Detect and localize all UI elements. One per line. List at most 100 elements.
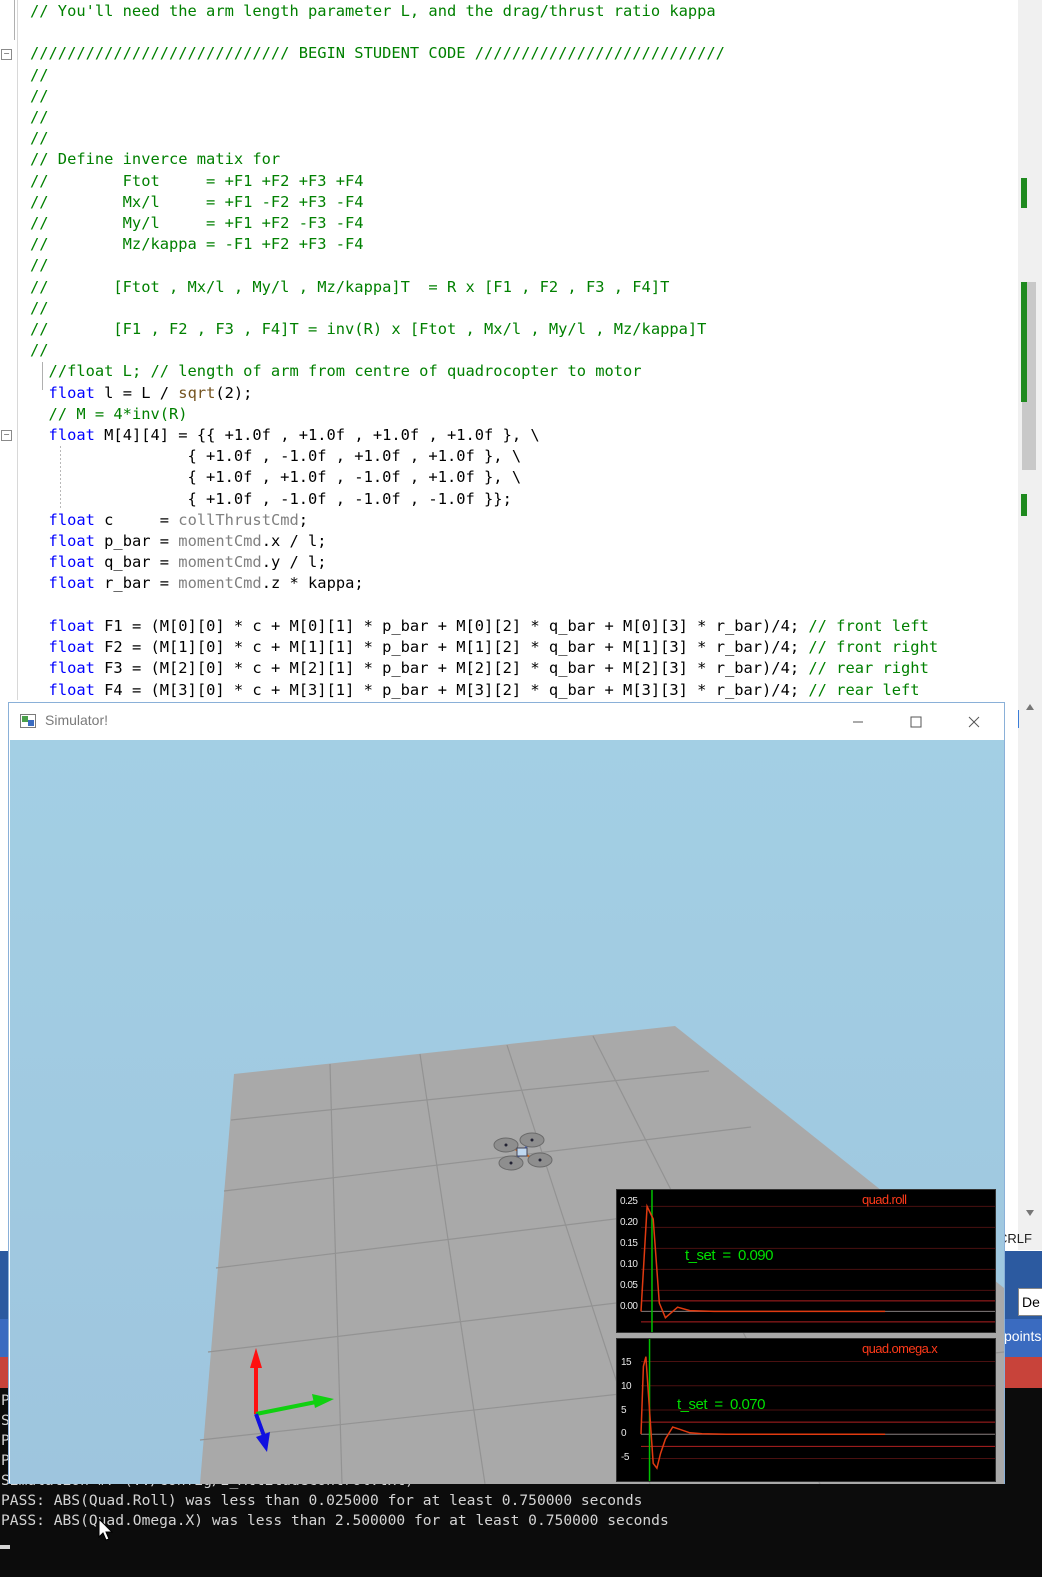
code-token: // bbox=[30, 108, 49, 127]
y-tick-label: 0.05 bbox=[620, 1280, 638, 1291]
code-line: float q_bar = momentCmd.y / l; bbox=[30, 553, 327, 571]
code-line: float l = L / sqrt(2); bbox=[30, 383, 253, 402]
window-title: Simulator! bbox=[45, 712, 109, 728]
maximize-button[interactable] bbox=[893, 707, 939, 737]
code-token: { +1.0f , -1.0f , -1.0f , -1.0f }}; bbox=[30, 489, 512, 508]
roll-graph: quad.roll t_set = 0.090 0.25 0.20 0.15 0… bbox=[616, 1189, 996, 1333]
code-token: F1 = (M[0][0] * c + M[0][1] * p_bar + M[… bbox=[94, 616, 809, 635]
graph-title: quad.omega.x bbox=[862, 1341, 938, 1356]
code-line: float F1 = (M[0][0] * c + M[0][1] * p_ba… bbox=[30, 617, 929, 635]
code-token: (2); bbox=[215, 383, 253, 402]
code-token: // My/l = +F1 +F2 -F3 -F4 bbox=[30, 214, 364, 233]
console-line: PASS: ABS(Quad.Roll) was less than 0.025… bbox=[1, 1492, 643, 1509]
source-code[interactable]: // You'll need the arm length parameter … bbox=[30, 1, 938, 700]
code-token: float bbox=[48, 426, 95, 445]
scope-guide bbox=[14, 0, 15, 40]
code-token: M[4][4] = {{ +1.0f , +1.0f , +1.0f , +1.… bbox=[94, 426, 540, 445]
code-token: // bbox=[30, 256, 49, 275]
output-source-dropdown[interactable]: De bbox=[1018, 1288, 1042, 1316]
console-cursor bbox=[0, 1545, 10, 1549]
code-token: l = L / bbox=[94, 383, 179, 402]
code-token: F4 = (M[3][0] * c + M[3][1] * p_bar + M[… bbox=[94, 680, 809, 699]
minimize-icon bbox=[853, 721, 863, 723]
fold-toggle-icon[interactable]: − bbox=[1, 49, 12, 60]
code-token: // bbox=[30, 341, 49, 360]
code-editor[interactable]: − − − − − // You'll need the arm length … bbox=[0, 0, 1042, 700]
code-line: // M = 4*inv(R) bbox=[30, 405, 188, 423]
code-token: // Define inverce matix for bbox=[30, 150, 281, 169]
code-token: F3 = (M[2][0] * c + M[2][1] * p_bar + M[… bbox=[94, 659, 809, 678]
scroll-down-arrow-icon[interactable] bbox=[1024, 1208, 1036, 1218]
omega-x-graph: quad.omega.x t_set = 0.070 15 10 5 0 -5 bbox=[616, 1338, 996, 1482]
code-line: { +1.0f , -1.0f , -1.0f , -1.0f }}; bbox=[30, 490, 512, 508]
code-token: float bbox=[48, 638, 95, 657]
y-tick-label: 0.25 bbox=[620, 1196, 638, 1207]
code-token: { +1.0f , +1.0f , -1.0f , +1.0f }, \ bbox=[30, 468, 522, 487]
code-line: float p_bar = momentCmd.x / l; bbox=[30, 532, 327, 550]
code-token: momentCmd bbox=[178, 532, 262, 551]
code-token: momentCmd bbox=[178, 574, 262, 593]
code-token: float bbox=[48, 616, 95, 635]
code-token: collThrustCmd bbox=[178, 510, 299, 529]
code-token: //////////////////////////// BEGIN STUDE… bbox=[30, 44, 725, 63]
code-token: p_bar = bbox=[94, 532, 179, 551]
code-token: .z * kappa; bbox=[261, 574, 364, 593]
code-line: // bbox=[30, 299, 49, 317]
code-token: sqrt bbox=[178, 383, 216, 402]
maximize-icon bbox=[910, 716, 922, 728]
code-line: // [Ftot , Mx/l , My/l , Mz/kappa]T = R … bbox=[30, 278, 669, 296]
code-token: c = bbox=[94, 510, 179, 529]
code-token: //float L; // length of arm from centre … bbox=[48, 362, 642, 381]
change-marker bbox=[1021, 282, 1027, 402]
code-line: float F2 = (M[1][0] * c + M[1][1] * p_ba… bbox=[30, 638, 939, 657]
code-line: // bbox=[30, 66, 49, 84]
code-token: ; bbox=[298, 510, 309, 529]
close-button[interactable] bbox=[951, 707, 997, 737]
simulator-titlebar[interactable]: Simulator! bbox=[9, 703, 1004, 740]
scroll-up-arrow-icon[interactable] bbox=[1024, 702, 1036, 712]
code-token: // bbox=[30, 65, 49, 84]
change-marker bbox=[1021, 494, 1027, 516]
code-token: { +1.0f , -1.0f , +1.0f , +1.0f }, \ bbox=[30, 447, 522, 466]
code-token: F2 = (M[1][0] * c + M[1][1] * p_bar + M[… bbox=[94, 638, 809, 657]
vertical-scrollbar-track[interactable] bbox=[1018, 700, 1042, 1250]
code-token: // Mx/l = +F1 -F2 +F3 -F4 bbox=[30, 192, 364, 211]
code-line: // Mx/l = +F1 -F2 +F3 -F4 bbox=[30, 193, 364, 211]
code-token: // front left bbox=[808, 616, 929, 635]
code-line: float M[4][4] = {{ +1.0f , +1.0f , +1.0f… bbox=[30, 426, 540, 444]
simulator-3d-viewport[interactable]: quad.roll t_set = 0.090 0.25 0.20 0.15 0… bbox=[10, 740, 1004, 1484]
code-token: float bbox=[48, 383, 95, 402]
simulator-window[interactable]: Simulator! quad.roll t_set = 0.090 0.25 … bbox=[8, 702, 1005, 1484]
y-tick-label: 0.10 bbox=[620, 1259, 638, 1270]
code-token: // bbox=[30, 129, 49, 148]
code-line: { +1.0f , +1.0f , -1.0f , +1.0f }, \ bbox=[30, 468, 522, 487]
code-line: // bbox=[30, 256, 49, 274]
breakpoints-tab[interactable]: points bbox=[1004, 1328, 1041, 1344]
code-token: float bbox=[48, 574, 95, 593]
code-token: // [F1 , F2 , F3 , F4]T = inv(R) x [Ftot… bbox=[30, 320, 707, 339]
code-token: // rear right bbox=[808, 659, 929, 678]
code-line: // bbox=[30, 87, 49, 105]
fold-toggle-icon[interactable]: − bbox=[1, 430, 12, 441]
y-tick-label: 0 bbox=[621, 1428, 627, 1439]
code-line: float F3 = (M[2][0] * c + M[2][1] * p_ba… bbox=[30, 659, 929, 677]
graph-title: quad.roll bbox=[862, 1192, 907, 1207]
settle-time-label: t_set = 0.090 bbox=[685, 1247, 774, 1264]
minimize-button[interactable] bbox=[835, 707, 881, 737]
code-line: float F4 = (M[3][0] * c + M[3][1] * p_ba… bbox=[30, 681, 920, 699]
code-line: float c = collThrustCmd; bbox=[30, 510, 309, 529]
code-token: float bbox=[48, 553, 95, 572]
code-line: // bbox=[30, 129, 49, 147]
code-token: q_bar = bbox=[94, 553, 179, 572]
code-line: //float L; // length of arm from centre … bbox=[30, 362, 642, 380]
code-line: // bbox=[30, 108, 49, 126]
code-line: // My/l = +F1 +F2 -F3 -F4 bbox=[30, 214, 364, 232]
close-icon bbox=[968, 716, 980, 728]
